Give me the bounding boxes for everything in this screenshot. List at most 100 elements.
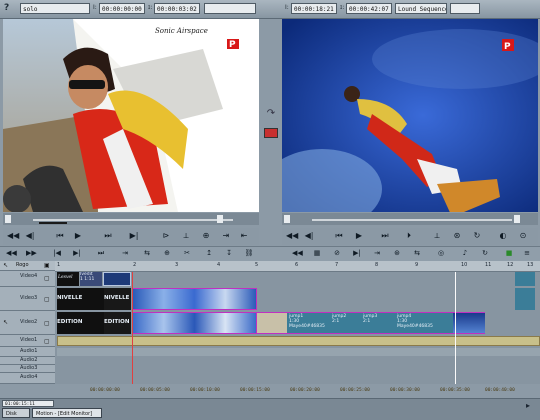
rewind-icon[interactable]: ◀◀ bbox=[7, 231, 19, 241]
track-audio4[interactable]: Audio4 bbox=[0, 373, 55, 384]
record-mark-in-icon[interactable]: ⏵ bbox=[404, 231, 414, 241]
source-scrub-handle[interactable] bbox=[39, 222, 67, 224]
record-audio-icon[interactable]: ◐ bbox=[498, 231, 508, 241]
rec-grid-icon[interactable]: ▦ bbox=[312, 248, 322, 258]
record-scrub-bar[interactable] bbox=[282, 213, 538, 225]
mark-in-icon[interactable]: ▶| bbox=[129, 231, 139, 241]
source-clip-select[interactable]: solo bbox=[20, 3, 90, 14]
match-frame-arrow-icon[interactable]: ↷ bbox=[262, 108, 280, 119]
link-icon[interactable]: ⛓ bbox=[244, 248, 254, 258]
split-tool-icon[interactable]: ⇥ bbox=[120, 248, 130, 258]
record-effect-icon[interactable]: ⊛ bbox=[452, 231, 462, 241]
taskbar-app-button[interactable]: Motion - [Edit Monitor] bbox=[32, 408, 102, 418]
record-trim-icon[interactable]: ⟂ bbox=[432, 231, 442, 241]
track-target-icon[interactable]: ↖ bbox=[3, 319, 8, 326]
rewind-tool-icon[interactable]: ◀◀ bbox=[6, 248, 17, 258]
rec-motion-icon[interactable]: ⇆ bbox=[412, 248, 422, 258]
timeline-zoom-icon[interactable]: ▸ bbox=[526, 401, 530, 410]
timeline-ruler[interactable]: 1 2 3 4 5 6 7 8 9 10 11 12 13 bbox=[55, 261, 540, 272]
record-loop-icon[interactable]: ⊙ bbox=[518, 231, 528, 241]
arrow-tool-icon[interactable]: ↖ bbox=[3, 262, 8, 269]
razor-icon[interactable]: ✂ bbox=[182, 248, 192, 258]
taskbar-disk-button[interactable]: Disk bbox=[2, 408, 30, 418]
clip-video1-bg[interactable] bbox=[57, 336, 540, 346]
track-video4[interactable]: Video4 ▢ bbox=[0, 271, 55, 287]
track-menu-icon[interactable]: ▣ bbox=[44, 262, 50, 269]
clip-v4-b[interactable] bbox=[103, 272, 131, 286]
record-scrub-end-icon[interactable] bbox=[514, 215, 520, 223]
mark-out-icon[interactable]: ⊳ bbox=[161, 231, 171, 241]
track-lock-icon[interactable]: ▢ bbox=[44, 320, 50, 327]
clip-v4-end[interactable] bbox=[515, 272, 535, 286]
clip-title[interactable]: Lesvel bbox=[57, 272, 79, 286]
rec-audio-icon[interactable]: ♪ bbox=[460, 248, 470, 258]
lift-icon[interactable]: ⇥ bbox=[221, 231, 231, 241]
clip-jump-v2[interactable] bbox=[132, 312, 257, 334]
overwrite-icon[interactable]: ⊕ bbox=[201, 231, 211, 241]
sequence-select[interactable]: Lound Sequence bbox=[395, 3, 447, 14]
track-video2[interactable]: ↖ Video2 ▢ bbox=[0, 311, 55, 335]
slip-tool-icon[interactable]: ⇆ bbox=[142, 248, 152, 258]
source-scrub-start-icon[interactable] bbox=[5, 215, 11, 223]
clip-nivelle-2[interactable]: NIVELLE bbox=[104, 288, 131, 310]
clip-jump-v3[interactable] bbox=[132, 288, 257, 310]
source-viewer[interactable]: Sonic Airspace P bbox=[3, 19, 259, 212]
master-timecode[interactable]: 01:00:15:11 bbox=[2, 400, 54, 407]
record-rewind-icon[interactable]: ◀◀ bbox=[286, 231, 298, 241]
rec-rewind-tool-icon[interactable]: ◀◀ bbox=[292, 248, 303, 258]
rec-mark-icon[interactable]: ▶| bbox=[352, 248, 362, 258]
play-icon[interactable]: ▶ bbox=[73, 231, 83, 241]
clip-edition-2[interactable]: EDITION bbox=[104, 312, 131, 334]
record-play-reverse-icon[interactable]: ◀| bbox=[304, 231, 314, 241]
add-edit-icon[interactable]: ⊕ bbox=[162, 248, 172, 258]
play-reverse-icon[interactable]: ◀| bbox=[25, 231, 35, 241]
rec-mix-icon[interactable]: ◎ bbox=[436, 248, 446, 258]
rec-effect-icon[interactable]: ⊛ bbox=[392, 248, 402, 258]
record-extra-field[interactable] bbox=[450, 3, 480, 14]
source-in-timecode[interactable]: 00:00:00:00 bbox=[99, 3, 145, 14]
step-back-icon[interactable]: ⏮ bbox=[55, 231, 65, 241]
track-lock-icon[interactable]: ▢ bbox=[44, 296, 50, 303]
source-extra-field[interactable] bbox=[204, 3, 256, 14]
lift-tool-icon[interactable]: ↥ bbox=[204, 248, 214, 258]
source-scrub-bar[interactable] bbox=[3, 213, 259, 225]
extract-icon[interactable]: ⇤ bbox=[239, 231, 249, 241]
play-tool-icon[interactable]: ▶| bbox=[72, 248, 82, 258]
clip-ivedit[interactable]: Ivedit 1 1:11 bbox=[80, 272, 102, 286]
rec-filter-icon[interactable]: ⊘ bbox=[332, 248, 342, 258]
playhead[interactable] bbox=[132, 261, 133, 384]
rec-green-icon[interactable]: ■ bbox=[504, 248, 514, 258]
rec-render-icon[interactable]: ↻ bbox=[480, 248, 490, 258]
record-duration-timecode[interactable]: 00:00:42:07 bbox=[346, 3, 392, 14]
track-audio3[interactable]: Audio3 bbox=[0, 365, 55, 373]
timeline[interactable]: ↖ Rogo ▣ Video4 ▢ Video3 ▢ ↖ Video2 ▢ Vi… bbox=[0, 261, 540, 384]
source-duration-timecode[interactable]: 00:00:03:02 bbox=[154, 3, 200, 14]
splice-icon[interactable]: ⟂ bbox=[181, 231, 191, 241]
rec-split-icon[interactable]: ⇥ bbox=[372, 248, 382, 258]
rec-menu-icon[interactable]: ≡ bbox=[522, 248, 532, 258]
source-scrub-end-icon[interactable] bbox=[217, 215, 223, 223]
record-step-forward-icon[interactable]: ⏭ bbox=[380, 231, 390, 241]
step-forward-icon[interactable]: ⏭ bbox=[103, 231, 113, 241]
record-viewer[interactable]: P bbox=[282, 19, 538, 212]
record-marker-icon[interactable] bbox=[264, 128, 278, 138]
record-scrub-start-icon[interactable] bbox=[284, 215, 290, 223]
record-step-back-icon[interactable]: ⏮ bbox=[334, 231, 344, 241]
next-edit-icon[interactable]: ⏭ bbox=[96, 248, 106, 258]
track-lock-icon[interactable]: ▢ bbox=[44, 275, 50, 282]
track-audio2[interactable]: Audio2 bbox=[0, 357, 55, 365]
record-in-timecode[interactable]: 00:00:18:21 bbox=[291, 3, 337, 14]
record-playhead[interactable] bbox=[455, 261, 456, 384]
extract-tool-icon[interactable]: ↧ bbox=[224, 248, 234, 258]
clip-jump-sequence[interactable]: jump1 1:30 Maye40#46835 jump2 2:1 jump3 … bbox=[257, 312, 485, 334]
track-audio1[interactable]: Audio1 bbox=[0, 347, 55, 357]
step-tool-icon[interactable]: |◀ bbox=[52, 248, 62, 258]
track-lock-icon[interactable]: ▢ bbox=[44, 338, 50, 345]
clip-v3-end[interactable] bbox=[515, 288, 535, 310]
track-video3[interactable]: Video3 ▢ bbox=[0, 287, 55, 311]
record-render-icon[interactable]: ↻ bbox=[472, 231, 482, 241]
track-video1[interactable]: Video1 ▢ bbox=[0, 335, 55, 347]
record-play-icon[interactable]: ▶ bbox=[354, 231, 364, 241]
fast-forward-tool-icon[interactable]: ▶▶ bbox=[26, 248, 37, 258]
clip-audio1[interactable] bbox=[57, 348, 540, 356]
